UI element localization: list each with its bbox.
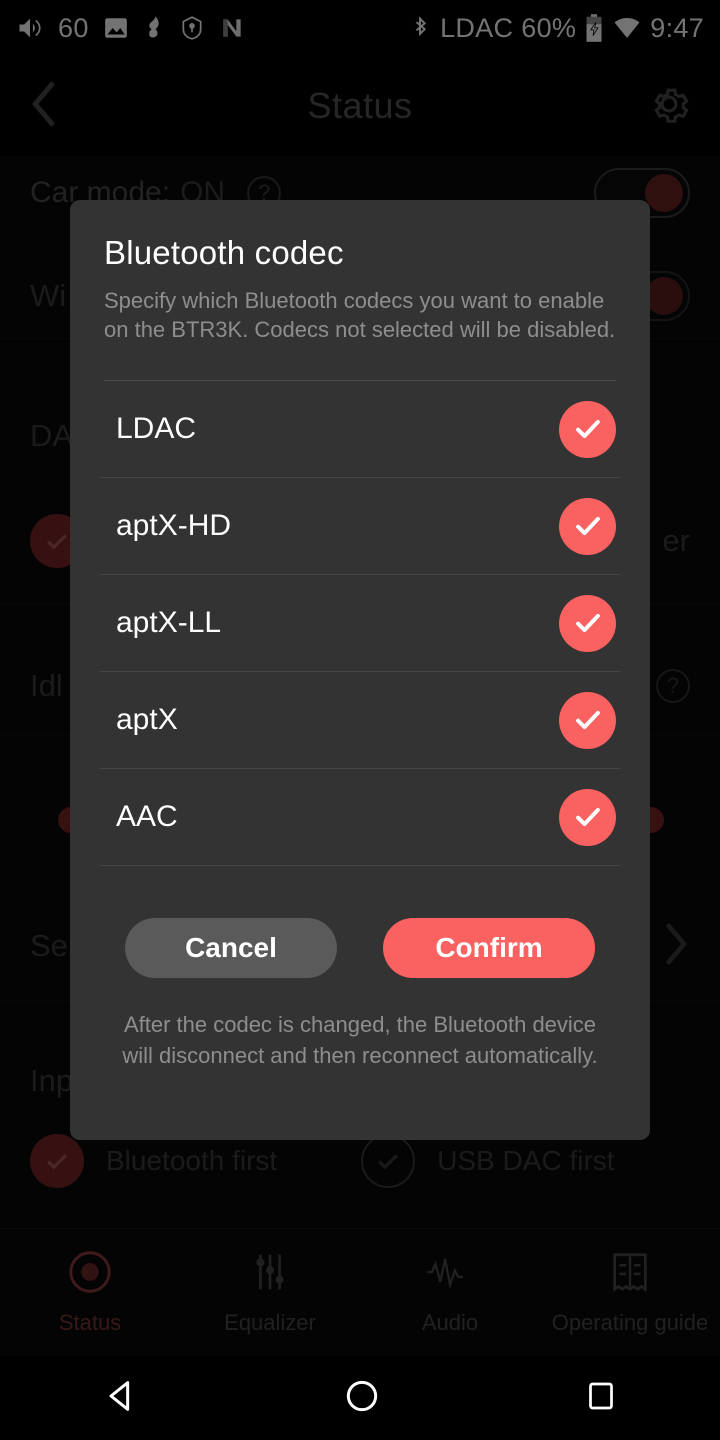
android-navigation-bar bbox=[0, 1356, 720, 1440]
checkmark-icon[interactable] bbox=[559, 788, 616, 846]
codec-label: aptX-HD bbox=[116, 509, 232, 543]
codec-label: aptX bbox=[116, 703, 178, 737]
checkmark-icon[interactable] bbox=[559, 400, 616, 458]
triangle-back-icon[interactable] bbox=[101, 1376, 141, 1421]
dialog-note: After the codec is changed, the Bluetoot… bbox=[122, 1012, 598, 1068]
circle-home-icon[interactable] bbox=[342, 1376, 382, 1421]
codec-row-ldac[interactable]: LDAC bbox=[100, 381, 620, 479]
confirm-button[interactable]: Confirm bbox=[383, 918, 595, 979]
codec-row-aac[interactable]: AAC bbox=[100, 769, 620, 867]
codec-list: LDAC aptX-HD aptX-LL aptX AAC bbox=[70, 381, 650, 867]
codec-row-aptx-hd[interactable]: aptX-HD bbox=[100, 478, 620, 576]
bluetooth-codec-dialog: Bluetooth codec Specify which Bluetooth … bbox=[70, 200, 650, 1140]
cancel-button[interactable]: Cancel bbox=[125, 918, 337, 979]
codec-label: aptX-LL bbox=[116, 606, 222, 640]
dialog-header: Bluetooth codec Specify which Bluetooth … bbox=[70, 200, 650, 382]
checkmark-icon[interactable] bbox=[559, 594, 616, 652]
codec-label: LDAC bbox=[116, 412, 197, 446]
phone-screen: 60 LDAC 60% bbox=[0, 0, 720, 1440]
dialog-subtitle: Specify which Bluetooth codecs you want … bbox=[104, 288, 616, 343]
checkmark-icon[interactable] bbox=[559, 497, 616, 555]
checkmark-icon[interactable] bbox=[559, 691, 616, 749]
codec-row-aptx[interactable]: aptX bbox=[100, 672, 620, 770]
dialog-actions: Cancel Confirm bbox=[70, 918, 650, 979]
codec-row-aptx-ll[interactable]: aptX-LL bbox=[100, 575, 620, 673]
dialog-title: Bluetooth codec bbox=[104, 234, 344, 271]
square-recents-icon[interactable] bbox=[583, 1378, 619, 1419]
codec-label: AAC bbox=[116, 800, 178, 834]
